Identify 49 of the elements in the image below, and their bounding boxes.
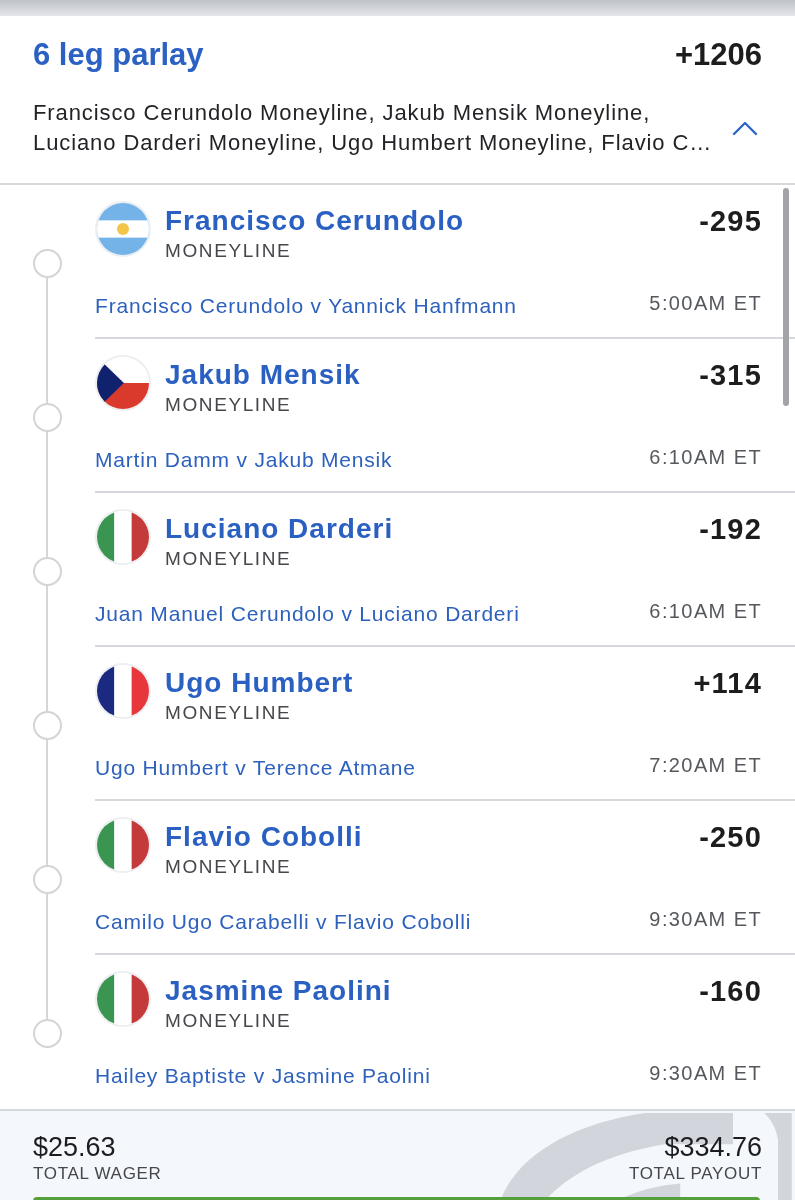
matchup-link[interactable]: Hailey Baptiste v Jasmine Paolini: [95, 1062, 431, 1090]
matchup-link[interactable]: Martin Damm v Jakub Mensik: [95, 446, 393, 474]
odds-value: -295: [699, 204, 762, 238]
parlay-odds: +1206: [674, 38, 762, 72]
player-name: Luciano Darderi: [165, 512, 395, 546]
odds-value: -160: [699, 974, 762, 1008]
flag-icon: [95, 201, 151, 257]
market-label: MONEYLINE: [165, 1009, 293, 1033]
odds-value: +114: [693, 666, 762, 700]
market-label: MONEYLINE: [165, 239, 293, 263]
timeline-circle-icon: [33, 1019, 62, 1048]
odds-value: -315: [699, 358, 762, 392]
flag-icon: [95, 971, 151, 1027]
player-name: Jasmine Paolini: [165, 974, 393, 1008]
timeline-circle-icon: [33, 249, 62, 278]
flag-icon: [95, 355, 151, 411]
total-wager-label: TOTAL WAGER: [33, 1163, 162, 1185]
timeline-circle-icon: [33, 711, 62, 740]
player-name: Flavio Cobolli: [165, 820, 364, 854]
player-name: Francisco Cerundolo: [165, 204, 466, 238]
start-time: 9:30AM ET: [649, 1061, 762, 1086]
start-time: 5:00AM ET: [649, 291, 762, 316]
matchup-link[interactable]: Francisco Cerundolo v Yannick Hanfmann: [95, 292, 517, 320]
market-label: MONEYLINE: [165, 701, 293, 725]
timeline-circle-icon: [33, 403, 62, 432]
market-label: MONEYLINE: [165, 393, 293, 417]
total-wager-amount: $25.63: [33, 1132, 117, 1162]
flag-icon: [95, 817, 151, 873]
start-time: 6:10AM ET: [649, 599, 762, 624]
matchup-link[interactable]: Camilo Ugo Carabelli v Flavio Cobolli: [95, 908, 472, 936]
matchup-link[interactable]: Juan Manuel Cerundolo v Luciano Darderi: [95, 600, 520, 628]
player-name: Ugo Humbert: [165, 666, 355, 700]
total-payout-amount: $334.76: [663, 1132, 762, 1162]
parlay-title: 6 leg parlay: [33, 38, 204, 72]
timeline-circle-icon: [33, 557, 62, 586]
flag-icon: [95, 663, 151, 719]
flag-icon: [95, 509, 151, 565]
matchup-link[interactable]: Ugo Humbert v Terence Atmane: [95, 754, 416, 782]
start-time: 9:30AM ET: [649, 907, 762, 932]
total-payout-label: TOTAL PAYOUT: [628, 1163, 762, 1185]
player-name: Jakub Mensik: [165, 358, 362, 392]
market-label: MONEYLINE: [165, 855, 293, 879]
start-time: 6:10AM ET: [649, 445, 762, 470]
start-time: 7:20AM ET: [649, 753, 762, 778]
odds-value: -192: [699, 512, 762, 546]
timeline-circle-icon: [33, 865, 62, 894]
parlay-summary: Francisco Cerundolo Moneyline, Jakub Mensik Moneyline, Luciano Darderi Moneyline, Ugo Humbert Moneyline, Flavio C…: [33, 99, 714, 157]
market-label: MONEYLINE: [165, 547, 293, 571]
odds-value: -250: [699, 820, 762, 854]
